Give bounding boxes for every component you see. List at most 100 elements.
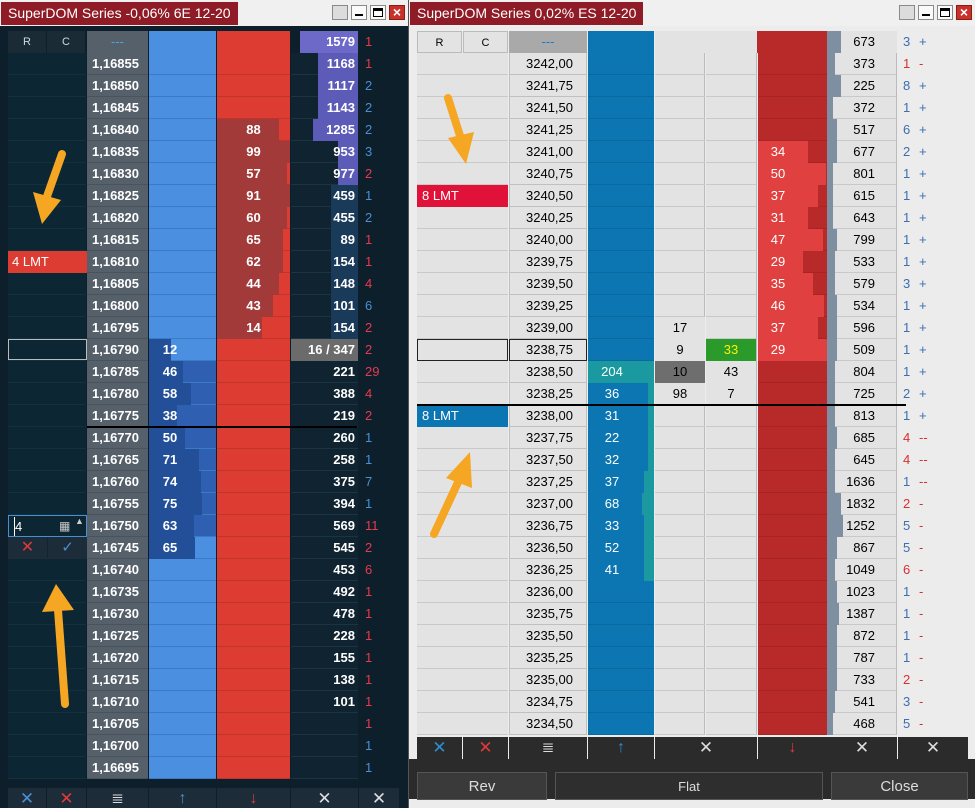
bid-cell[interactable] xyxy=(588,625,654,647)
bid-cell[interactable] xyxy=(149,603,216,625)
ask-cell[interactable] xyxy=(217,713,290,735)
order-cell[interactable] xyxy=(417,559,508,581)
ask-cell[interactable] xyxy=(758,471,827,493)
ask-cell[interactable] xyxy=(217,427,290,449)
bid-cell[interactable] xyxy=(149,647,216,669)
price-cell[interactable]: 3235,50 xyxy=(509,625,587,647)
bid-cell[interactable] xyxy=(588,141,654,163)
bid-cell[interactable] xyxy=(149,75,216,97)
bid-cell[interactable] xyxy=(149,735,216,757)
price-cell[interactable]: 3235,75 xyxy=(509,603,587,625)
price-cell[interactable]: 1,16765 xyxy=(87,449,148,471)
price-cell[interactable]: 1,16710 xyxy=(87,691,148,713)
bid-cell[interactable] xyxy=(588,97,654,119)
ask-cell[interactable] xyxy=(217,449,290,471)
cancel-sell-orders-icon[interactable]: ✕ xyxy=(47,788,86,808)
price-cell[interactable]: 1,16820 xyxy=(87,207,148,229)
ask-cell[interactable] xyxy=(217,471,290,493)
bid-cell[interactable] xyxy=(588,229,654,251)
price-cell[interactable]: 3239,75 xyxy=(509,251,587,273)
cancel-icon[interactable]: ✕ xyxy=(8,537,47,559)
bid-cell[interactable] xyxy=(588,163,654,185)
flat-button[interactable]: Flat xyxy=(555,772,823,800)
close-position-button[interactable]: Close xyxy=(831,772,968,800)
rc-c-header[interactable]: C xyxy=(47,31,85,53)
limit-order-label[interactable]: 4 LMT xyxy=(8,251,87,273)
bid-cell[interactable] xyxy=(149,229,216,251)
order-cell[interactable] xyxy=(8,713,86,735)
order-cell[interactable] xyxy=(417,207,508,229)
ask-cell[interactable] xyxy=(758,75,827,97)
order-cell[interactable] xyxy=(417,251,508,273)
price-cell[interactable]: 3241,25 xyxy=(509,119,587,141)
price-cell[interactable]: 3239,50 xyxy=(509,273,587,295)
price-cell[interactable]: 3235,25 xyxy=(509,647,587,669)
price-cell[interactable]: 1,16815 xyxy=(87,229,148,251)
ask-cell[interactable] xyxy=(758,713,827,735)
bid-cell[interactable] xyxy=(588,119,654,141)
close-x-icon[interactable]: ✕ xyxy=(291,788,358,808)
confirm-icon[interactable]: ✓ xyxy=(48,537,87,559)
limit-order-label-sell[interactable]: 8 LMT xyxy=(417,185,508,207)
ask-cell[interactable] xyxy=(217,647,290,669)
close-x-icon[interactable]: ✕ xyxy=(898,737,968,759)
bid-cell[interactable] xyxy=(588,273,654,295)
order-cell[interactable] xyxy=(8,273,86,295)
ask-cell[interactable] xyxy=(758,647,827,669)
order-cell[interactable] xyxy=(417,361,508,383)
price-cell[interactable]: 1,16740 xyxy=(87,559,148,581)
bid-cell[interactable] xyxy=(149,185,216,207)
order-cell[interactable] xyxy=(417,317,508,339)
order-cell[interactable] xyxy=(8,53,86,75)
ask-cell[interactable] xyxy=(758,97,827,119)
price-cell[interactable]: 3236,00 xyxy=(509,581,587,603)
ask-cell[interactable] xyxy=(217,97,290,119)
bid-cell[interactable] xyxy=(588,317,654,339)
order-cell[interactable] xyxy=(8,405,86,427)
price-cell[interactable]: 1,16715 xyxy=(87,669,148,691)
order-cell[interactable] xyxy=(8,559,86,581)
arrow-down-icon[interactable]: ↓ xyxy=(758,737,827,759)
bid-cell[interactable] xyxy=(588,647,654,669)
bid-cell[interactable] xyxy=(149,295,216,317)
ask-cell[interactable] xyxy=(758,581,827,603)
order-cell[interactable] xyxy=(417,603,508,625)
order-cell[interactable] xyxy=(8,449,86,471)
bid-cell[interactable] xyxy=(588,603,654,625)
price-cell[interactable]: 1,16695 xyxy=(87,757,148,779)
maximize-icon[interactable] xyxy=(370,5,386,20)
ask-cell[interactable] xyxy=(217,559,290,581)
order-cell[interactable] xyxy=(8,383,86,405)
price-cell[interactable]: 1,16720 xyxy=(87,647,148,669)
bid-cell[interactable] xyxy=(149,163,216,185)
bid-cell[interactable] xyxy=(588,251,654,273)
price-cell[interactable]: 1,16750 xyxy=(87,515,148,537)
price-cell[interactable]: 1,16760 xyxy=(87,471,148,493)
limit-order-label-buy[interactable]: 8 LMT xyxy=(417,405,508,427)
cancel-buy-orders-icon[interactable]: ✕ xyxy=(417,737,462,759)
price-cell[interactable]: 3238,00 xyxy=(509,405,587,427)
bid-cell[interactable] xyxy=(588,207,654,229)
order-cell[interactable] xyxy=(8,757,86,779)
ask-cell[interactable] xyxy=(758,361,827,383)
price-cell[interactable]: 1,16705 xyxy=(87,713,148,735)
ask-cell[interactable] xyxy=(217,361,290,383)
price-cell[interactable]: 1,16700 xyxy=(87,735,148,757)
ask-cell[interactable] xyxy=(758,427,827,449)
ask-cell[interactable] xyxy=(758,53,827,75)
price-cell[interactable]: 3237,75 xyxy=(509,427,587,449)
bid-cell[interactable] xyxy=(588,669,654,691)
order-cell[interactable] xyxy=(8,735,86,757)
ask-cell[interactable] xyxy=(217,53,290,75)
bid-cell[interactable] xyxy=(149,141,216,163)
price-cell[interactable]: 3241,75 xyxy=(509,75,587,97)
bid-cell[interactable] xyxy=(588,339,654,361)
bid-cell[interactable] xyxy=(149,757,216,779)
bid-cell[interactable] xyxy=(149,669,216,691)
price-cell[interactable]: 3239,25 xyxy=(509,295,587,317)
price-cell[interactable]: 1,16800 xyxy=(87,295,148,317)
price-cell[interactable]: 3236,25 xyxy=(509,559,587,581)
bid-cell[interactable] xyxy=(149,713,216,735)
ask-cell[interactable] xyxy=(217,405,290,427)
bid-cell[interactable] xyxy=(149,559,216,581)
